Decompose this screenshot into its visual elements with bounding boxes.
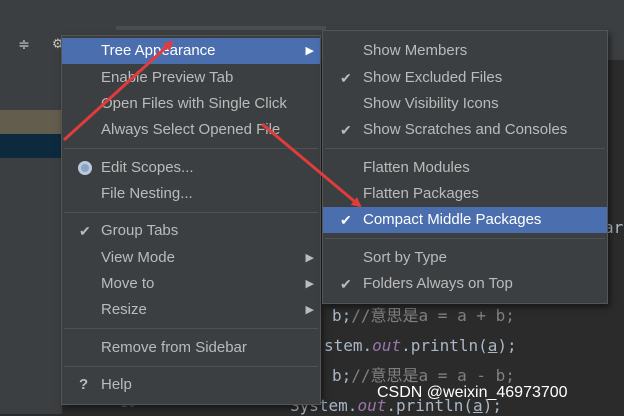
menu-item-compact-middle-packages[interactable]: ✔ Compact Middle Packages (323, 207, 607, 233)
menu-item-flatten-packages[interactable]: Flatten Packages (323, 181, 607, 207)
menu-separator (325, 148, 605, 149)
menu-item-tree-appearance[interactable]: Tree Appearance ▶ (62, 38, 320, 64)
checkmark-icon: ✔ (340, 212, 352, 228)
project-tree-row[interactable] (0, 110, 62, 134)
menu-item-show-visibility-icons[interactable]: Show Visibility Icons (323, 91, 607, 117)
menu-separator (64, 212, 318, 213)
checkmark-icon: ✔ (340, 122, 352, 138)
chevron-right-icon: ▶ (305, 304, 314, 316)
chevron-right-icon: ▶ (305, 45, 314, 57)
menu-item-sort-by-type[interactable]: Sort by Type (323, 245, 607, 271)
watermark: CSDN @weixin_46973700 (377, 384, 568, 401)
menu-item-show-members[interactable]: Show Members (323, 38, 607, 64)
menu-item-folders-always-on-top[interactable]: ✔ Folders Always on Top (323, 271, 607, 297)
menu-item-flatten-modules[interactable]: Flatten Modules (323, 155, 607, 181)
checkmark-icon: ✔ (79, 223, 91, 239)
menu-item-resize[interactable]: Resize ▶ (62, 297, 320, 323)
help-icon: ? (79, 376, 89, 393)
menu-item-show-scratches-consoles[interactable]: ✔ Show Scratches and Consoles (323, 117, 607, 143)
radio-icon (78, 161, 92, 175)
menu-separator (64, 148, 318, 149)
menu-item-group-tabs[interactable]: ✔ Group Tabs (62, 218, 320, 244)
checkmark-icon: ✔ (340, 70, 352, 86)
menu-item-file-nesting[interactable]: File Nesting... (62, 181, 320, 207)
menu-item-help[interactable]: ? Help (62, 372, 320, 398)
menu-separator (64, 366, 318, 367)
checkmark-icon: ✔ (340, 276, 352, 292)
menu-item-open-files-single-click[interactable]: Open Files with Single Click (62, 91, 320, 117)
chevron-right-icon: ▶ (305, 278, 314, 290)
chevron-right-icon: ▶ (305, 252, 314, 264)
menu-item-edit-scopes[interactable]: Edit Scopes... (62, 155, 320, 181)
collapse-all-icon[interactable]: ≑ (14, 35, 34, 55)
menu-item-view-mode[interactable]: View Mode ▶ (62, 245, 320, 271)
menu-item-show-excluded-files[interactable]: ✔ Show Excluded Files (323, 65, 607, 91)
tree-appearance-submenu: Show Members ✔ Show Excluded Files Show … (322, 30, 608, 304)
project-tree-row-selected[interactable] (0, 134, 62, 158)
code-line: b;//意思是a = a + b; (332, 306, 515, 325)
project-options-menu: Tree Appearance ▶ Enable Preview Tab Ope… (61, 35, 321, 405)
code-line: stem.out.println(a); (324, 336, 517, 355)
menu-item-enable-preview-tab[interactable]: Enable Preview Tab (62, 65, 320, 91)
code-line: b;//意思是a = a - b; (332, 366, 515, 385)
menu-item-remove-from-sidebar[interactable]: Remove from Sidebar (62, 335, 320, 361)
menu-item-always-select-opened-file[interactable]: Always Select Opened File (62, 117, 320, 143)
menu-item-move-to[interactable]: Move to ▶ (62, 271, 320, 297)
menu-separator (325, 238, 605, 239)
menu-separator (64, 328, 318, 329)
